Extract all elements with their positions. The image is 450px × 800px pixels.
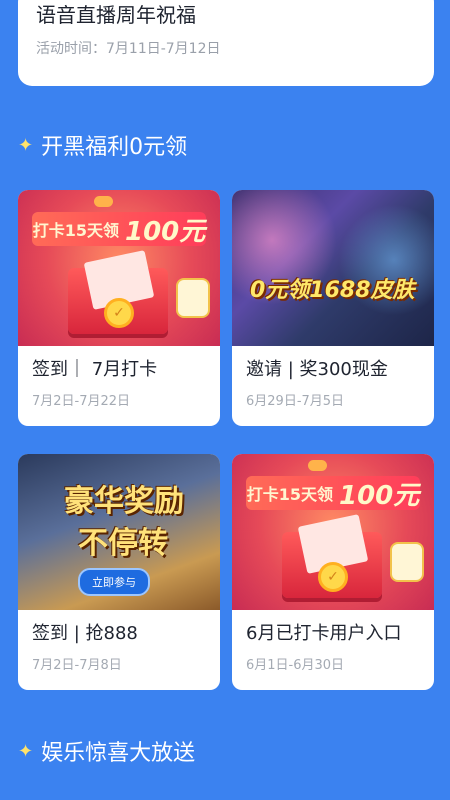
- banner-ribbon: 打卡15天领 100元: [32, 212, 206, 247]
- activity-card-date: 6月1日-6月30日: [246, 658, 345, 673]
- activity-card-title: 6月已打卡用户入口: [246, 623, 402, 644]
- section-title-text: 娱乐惊喜大放送: [41, 741, 196, 766]
- activity-banner-image: 打卡15天领 100元 ✓: [232, 454, 434, 610]
- banner-headline: 豪华奖励: [64, 484, 184, 519]
- check-coin-icon: ✓: [104, 298, 134, 328]
- activity-card-june-checkin-entry[interactable]: 打卡15天领 100元 ✓ 6月已打卡用户入口 6月1日-6月30日: [232, 454, 434, 690]
- join-now-button[interactable]: 立即参与: [78, 568, 150, 596]
- activity-card-july-checkin[interactable]: 打卡15天领 100元 ✓ 签到｜ 7月打卡 7月2日-7月22日: [18, 190, 220, 426]
- check-coin-icon: ✓: [318, 562, 348, 592]
- banner-headline: 0元领1688皮肤: [250, 278, 415, 303]
- activity-card-date: 6月29日-7月5日: [246, 394, 345, 409]
- banner-tag: [308, 460, 327, 471]
- voice-live-anniversary-date: 活动时间：7月11日-7月12日: [36, 41, 221, 57]
- activity-banner-image: 豪华奖励 不停转 立即参与: [18, 454, 220, 610]
- banner-ribbon-amount: 100元: [339, 480, 420, 511]
- voice-live-anniversary-card[interactable]: 语音直播周年祝福 活动时间：7月11日-7月12日: [18, 0, 434, 86]
- activity-card-title: 邀请 | 奖300现金: [246, 359, 388, 380]
- banner-ribbon-amount: 100元: [125, 216, 206, 247]
- banner-ribbon-prefix: 打卡15天领: [32, 221, 119, 240]
- activity-banner-image: 0元领1688皮肤: [232, 190, 434, 346]
- section-title-text: 开黑福利0元领: [41, 135, 188, 160]
- activity-card-title: 签到｜ 7月打卡: [32, 359, 158, 380]
- activity-card-date: 7月2日-7月22日: [32, 394, 131, 409]
- sparkle-icon: ✦: [18, 740, 34, 762]
- banner-ribbon-prefix: 打卡15天领: [246, 485, 333, 504]
- banner-headline: 不停转: [78, 526, 168, 561]
- activity-banner-image: 打卡15天领 100元 ✓: [18, 190, 220, 346]
- section-title-free-gaming-benefits: ✦ 开黑福利0元领: [18, 128, 187, 162]
- banner-tag: [94, 196, 113, 207]
- badge-graphic: [390, 542, 424, 582]
- voice-live-anniversary-title: 语音直播周年祝福: [36, 3, 196, 27]
- activity-card-checkin-888[interactable]: 豪华奖励 不停转 立即参与 签到 | 抢888 7月2日-7月8日: [18, 454, 220, 690]
- activity-card-title: 签到 | 抢888: [32, 623, 138, 644]
- badge-graphic: [176, 278, 210, 318]
- section-title-entertainment-surprises: ✦ 娱乐惊喜大放送: [18, 734, 195, 768]
- banner-ribbon: 打卡15天领 100元: [246, 476, 420, 511]
- sparkle-icon: ✦: [18, 134, 34, 156]
- activity-card-invite-cash[interactable]: 0元领1688皮肤 邀请 | 奖300现金 6月29日-7月5日: [232, 190, 434, 426]
- activity-card-date: 7月2日-7月8日: [32, 658, 122, 673]
